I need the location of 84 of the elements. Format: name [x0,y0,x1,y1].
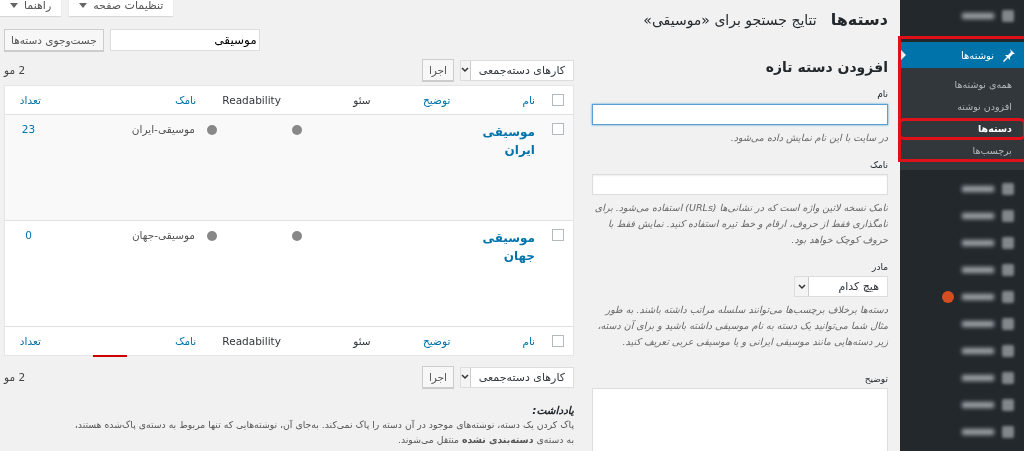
note-title: یادداشت: [531,404,574,416]
menu-icon[interactable] [1002,290,1014,303]
underline-mark [93,355,127,357]
blurred-menu-label[interactable] [962,239,994,246]
menu-icon[interactable] [1002,182,1014,195]
screen-option-button[interactable]: راهنما [0,0,62,16]
submenu-item[interactable]: دسته‌ها [900,118,1024,140]
blurred-menu-label[interactable] [962,401,994,408]
blurred-menu-label[interactable] [962,428,994,435]
menu-icon[interactable] [1002,9,1014,22]
chevron-down-icon [461,67,470,73]
blurred-menu-label[interactable] [962,185,994,192]
seo-status-dot [292,231,302,241]
column-header[interactable]: تعداد [19,94,41,106]
note-text: پاک کردن یک دسته، نوشته‌های موجود در آن دسته را پاک نمی‌کند. به‌جای آن، نوشته‌هایی که تنها مربوط به دسته‌ی پاک‌شده هستند، [73,418,574,431]
apply-button[interactable]: اجرا [421,366,454,388]
item-count: 2 مو [4,371,26,383]
column-header: Readability [222,335,281,347]
blurred-menu-label[interactable] [962,212,994,219]
column-header[interactable]: نام [522,335,535,347]
readability-status-dot [207,125,217,135]
checkbox[interactable] [552,94,564,106]
chevron-down-icon [797,283,806,290]
caret-icon [79,2,88,8]
readability-status-dot [207,231,217,241]
menu-icon[interactable] [1002,425,1014,438]
menu-icon[interactable] [1002,317,1014,330]
column-header: سئو [353,94,371,106]
form-heading: افزودن دسته تازه [764,59,888,75]
checkbox[interactable] [552,229,564,241]
description-field[interactable] [592,388,888,451]
column-header: Readability [222,94,281,106]
field-label: نام [876,89,888,99]
blurred-menu-label[interactable] [962,347,994,354]
column-header[interactable]: نامک [175,335,197,347]
help-text: نامک نسخه لاتین واژه است که در نشانی‌ها (URLs) استفاده می‌شود. برای نامگذاری فقط از حروف، ارقام و خط تیره استفاده کنید. نمایش فقط با حروف کوچک خواهد بود. [593,201,888,248]
field-label: نامک [868,159,888,170]
blurred-menu-label[interactable] [962,374,994,381]
checkbox[interactable] [552,123,564,135]
post-count-link[interactable]: 23 [7,123,50,135]
search-results-title: تتایج جستجو برای «موسیقی» [643,12,817,28]
column-header: سئو [353,335,371,347]
column-header[interactable]: تعداد [19,335,41,347]
submenu-item[interactable]: برچسب‌ها [900,140,1024,162]
pin-icon [1002,48,1016,62]
caret-icon [10,2,18,8]
slug-text: موسیقی-جهان [131,229,195,241]
menu-icon[interactable] [1002,371,1014,384]
help-text: دسته‌ها برخلاف برچسب‌ها می‌توانند سلسله مراتب داشته باشند. به طور مثال شما می‌توانید یک دسته به نام موسیقی داشته باشید و برای آن دسته، زیر دسته‌هایی مانند موسیقی ایرانی و یا موسیقی عربی تعریف کنید. [596,303,888,350]
post-count-link[interactable]: 0 [7,229,50,241]
menu-icon[interactable] [1002,398,1014,411]
column-header[interactable]: نام [522,94,535,106]
column-header[interactable]: توضیح [423,94,451,106]
menu-icon[interactable] [1002,236,1014,249]
search-field[interactable]: موسیقی [109,29,260,51]
screen-option-button[interactable]: تنظیمات صفحه [69,0,174,16]
field-label: توضیح [863,374,888,384]
menu-icon[interactable] [1002,209,1014,222]
search-button[interactable]: جست‌وجوی دسته‌ها [4,29,104,51]
menu-item[interactable]: نوشته‌ها [900,42,1024,68]
field-label: مادر [870,262,888,272]
bulk-action-select[interactable]: کارهای دسته‌جمعی [460,366,574,388]
note-text: به دسته‌ی دسته‌بندی نشده منتقل می‌شوند. [396,433,574,446]
blurred-menu-label[interactable] [962,12,994,19]
apply-button[interactable]: اجرا [421,59,454,81]
blurred-menu-label[interactable] [962,293,994,300]
chevron-down-icon [461,374,470,380]
bulk-action-select[interactable]: کارهای دسته‌جمعی [460,59,574,81]
help-text: در سایت با این نام نمایش داده می‌شود. [729,130,888,146]
checkbox[interactable] [552,335,564,347]
parent-select[interactable]: هیچ کدام [794,276,888,297]
blurred-menu-label[interactable] [962,320,994,327]
slug-text: موسیقی-ایران [131,123,195,135]
column-header[interactable]: نامک [175,94,197,106]
page-title: دسته‌ها [830,10,888,29]
blurred-menu-label[interactable] [962,266,994,273]
seo-status-dot [292,125,302,135]
menu-icon[interactable] [1002,263,1014,276]
menu-icon[interactable] [1002,344,1014,357]
submenu-item[interactable]: همه‌ی نوشته‌ها [900,74,1024,96]
column-header[interactable]: توضیح [423,335,451,347]
text-field[interactable] [592,103,888,125]
item-count: 2 مو [4,64,26,76]
submenu-item[interactable]: افزودن نوشته [900,96,1024,118]
